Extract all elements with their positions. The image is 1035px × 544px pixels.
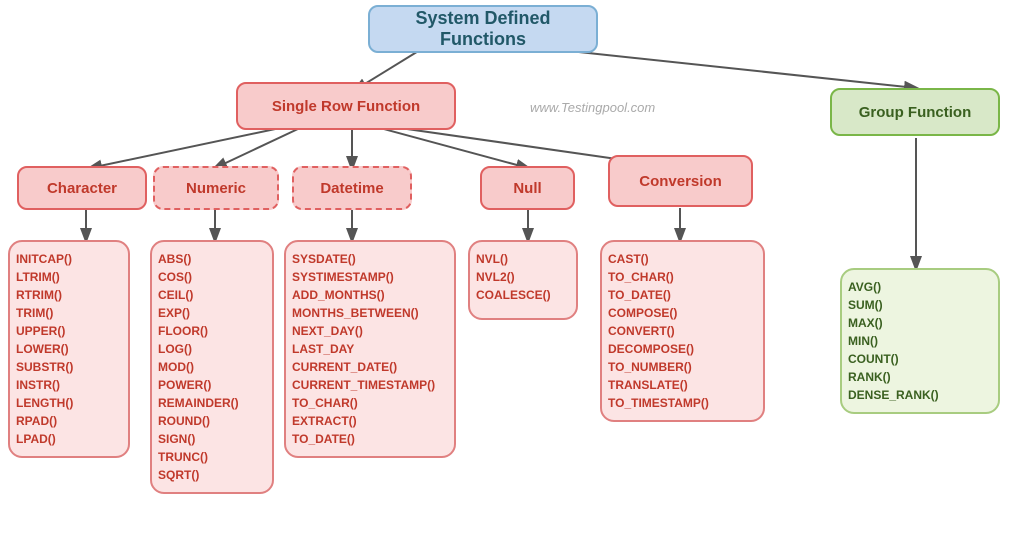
datetime-box: Datetime [292,166,412,210]
group-list-items: AVG()SUM()MAX()MIN()COUNT()RANK()DENSE_R… [848,278,992,404]
conversion-label: Conversion [639,173,722,190]
conversion-list: CAST()TO_CHAR()TO_DATE()COMPOSE()CONVERT… [600,240,765,422]
group-function-box: Group Function [830,88,1000,136]
numeric-box: Numeric [153,166,279,210]
character-list-items: INITCAP()LTRIM()RTRIM()TRIM()UPPER()LOWE… [16,250,122,448]
single-row-label: Single Row Function [272,98,420,115]
datetime-label: Datetime [320,180,383,197]
system-defined-label: System Defined Functions [370,8,596,50]
numeric-label: Numeric [186,180,246,197]
conversion-box: Conversion [608,155,753,207]
character-list: INITCAP()LTRIM()RTRIM()TRIM()UPPER()LOWE… [8,240,130,458]
system-defined-box: System Defined Functions [368,5,598,53]
group-function-label: Group Function [859,104,971,121]
null-list: NVL()NVL2()COALESCE() [468,240,578,320]
diagram: System Defined Functions Single Row Func… [0,0,1035,544]
conversion-list-items: CAST()TO_CHAR()TO_DATE()COMPOSE()CONVERT… [608,250,757,412]
numeric-list-items: ABS()COS()CEIL()EXP()FLOOR()LOG()MOD()PO… [158,250,266,484]
group-list: AVG()SUM()MAX()MIN()COUNT()RANK()DENSE_R… [840,268,1000,414]
character-label: Character [47,180,117,197]
datetime-list-items: SYSDATE()SYSTIMESTAMP()ADD_MONTHS()MONTH… [292,250,448,448]
null-list-items: NVL()NVL2()COALESCE() [476,250,570,304]
null-label: Null [513,180,541,197]
datetime-list: SYSDATE()SYSTIMESTAMP()ADD_MONTHS()MONTH… [284,240,456,458]
numeric-list: ABS()COS()CEIL()EXP()FLOOR()LOG()MOD()PO… [150,240,274,494]
single-row-box: Single Row Function [236,82,456,130]
watermark: www.Testingpool.com [530,100,655,115]
null-box: Null [480,166,575,210]
character-box: Character [17,166,147,210]
